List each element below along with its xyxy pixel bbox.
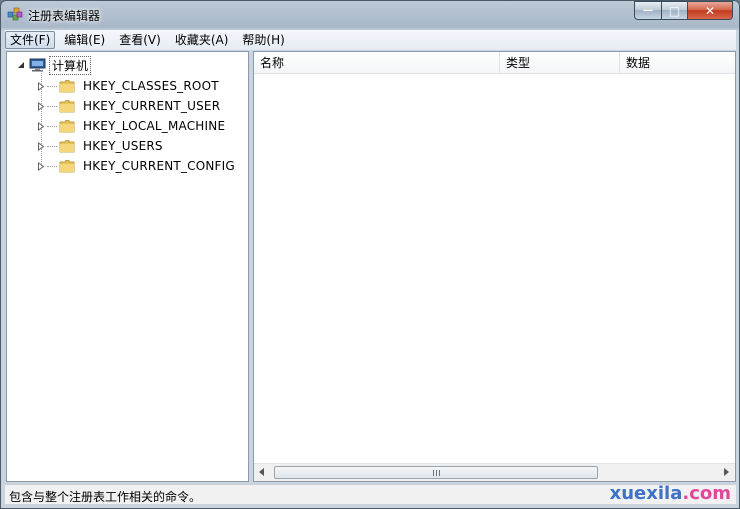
column-header-data[interactable]: 数据	[620, 52, 735, 74]
minimize-button[interactable]: —	[634, 1, 661, 20]
expand-arrow-icon[interactable]	[37, 121, 45, 131]
status-text: 包含与整个注册表工作相关的命令。	[9, 490, 202, 504]
tree-item-hkey-users[interactable]: HKEY_USERS	[37, 136, 235, 156]
tree-items: HKEY_CLASSES_ROOT HKEY_CURRENT_USER HKEY…	[37, 76, 235, 176]
tree-connector	[47, 165, 57, 167]
window-title: 注册表编辑器	[28, 9, 101, 23]
folder-icon	[59, 160, 75, 173]
close-icon: ✕	[704, 3, 716, 18]
column-header-name[interactable]: 名称	[254, 52, 500, 74]
title-bar[interactable]: 注册表编辑器 — □ ✕	[1, 1, 739, 29]
tree-item-label: HKEY_CURRENT_CONFIG	[83, 159, 235, 173]
menu-favorites[interactable]: 收藏夹(A)	[170, 31, 234, 49]
computer-icon	[29, 58, 46, 72]
folder-icon	[59, 80, 75, 93]
expand-arrow-icon[interactable]	[37, 141, 45, 151]
menu-bar: 文件(F) 编辑(E) 查看(V) 收藏夹(A) 帮助(H)	[5, 30, 736, 50]
collapse-arrow-icon[interactable]	[17, 61, 25, 69]
maximize-button[interactable]: □	[661, 1, 687, 20]
folder-icon	[59, 120, 75, 133]
watermark-part2: .com	[682, 483, 731, 504]
menu-file[interactable]: 文件(F)	[5, 31, 56, 49]
expand-arrow-icon[interactable]	[37, 101, 45, 111]
watermark: xuexila.com	[610, 483, 731, 504]
tree-root-label: 计算机	[49, 55, 92, 75]
close-button[interactable]: ✕	[687, 1, 733, 20]
expand-arrow-icon[interactable]	[37, 81, 45, 91]
caption-buttons: — □ ✕	[634, 1, 733, 21]
registry-editor-app-icon	[7, 7, 23, 21]
horizontal-scrollbar[interactable]	[254, 463, 735, 481]
scroll-left-arrow-icon[interactable]	[259, 468, 264, 476]
menu-edit[interactable]: 编辑(E)	[59, 31, 110, 49]
tree-item-label: HKEY_LOCAL_MACHINE	[83, 119, 226, 133]
tree-connector	[47, 145, 57, 147]
menu-view[interactable]: 查看(V)	[114, 31, 166, 49]
scrollbar-thumb[interactable]	[274, 466, 598, 479]
tree-item-label: HKEY_USERS	[83, 139, 163, 153]
scroll-right-arrow-icon[interactable]	[724, 468, 729, 476]
tree-item-hkey-classes-root[interactable]: HKEY_CLASSES_ROOT	[37, 76, 235, 96]
expand-arrow-icon[interactable]	[37, 161, 45, 171]
list-header: 名称 类型 数据	[254, 52, 735, 74]
tree-connector	[47, 125, 57, 127]
folder-icon	[59, 140, 75, 153]
minimize-icon: —	[643, 5, 653, 16]
maximize-icon: □	[668, 3, 681, 18]
tree-connector	[47, 85, 57, 87]
watermark-part1: xuexila	[609, 483, 683, 504]
tree-item-label: HKEY_CLASSES_ROOT	[83, 79, 219, 93]
folder-icon	[59, 100, 75, 113]
tree-item-hkey-local-machine[interactable]: HKEY_LOCAL_MACHINE	[37, 116, 235, 136]
tree-connector	[47, 105, 57, 107]
scrollbar-grip-icon	[433, 470, 440, 476]
column-header-type[interactable]: 类型	[500, 52, 620, 74]
tree-item-label: HKEY_CURRENT_USER	[83, 99, 221, 113]
tree-item-hkey-current-config[interactable]: HKEY_CURRENT_CONFIG	[37, 156, 235, 176]
menu-help[interactable]: 帮助(H)	[237, 31, 289, 49]
values-list-pane[interactable]: 名称 类型 数据	[253, 51, 736, 482]
tree-root-computer[interactable]: 计算机	[17, 55, 92, 75]
registry-editor-window: 注册表编辑器 — □ ✕ 文件(F) 编辑(E) 查看(V) 收藏夹(A) 帮助…	[0, 0, 740, 509]
key-tree-pane[interactable]: 计算机 HKEY_CLASSES_ROOT HKEY_CURRENT_USER …	[6, 51, 249, 482]
tree-item-hkey-current-user[interactable]: HKEY_CURRENT_USER	[37, 96, 235, 116]
